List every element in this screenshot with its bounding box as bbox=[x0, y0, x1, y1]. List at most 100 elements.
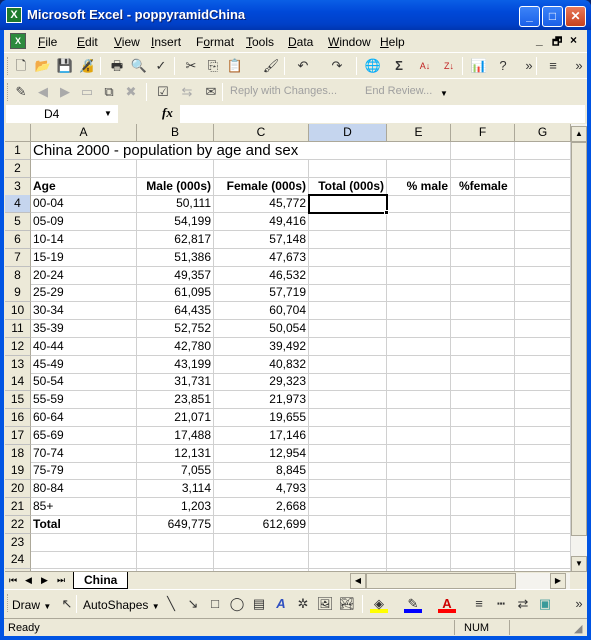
cell-f19[interactable] bbox=[451, 462, 515, 481]
cell-f1[interactable] bbox=[451, 142, 515, 160]
scroll-right-button[interactable]: ▶ bbox=[550, 573, 566, 589]
row-header-13[interactable]: 13 bbox=[5, 355, 31, 374]
picture-icon[interactable]: 🏞 bbox=[338, 595, 356, 613]
header-total[interactable]: Total (000s) bbox=[309, 177, 387, 196]
row-header-2[interactable]: 2 bbox=[5, 159, 31, 178]
align-icon[interactable]: ≡ bbox=[544, 57, 562, 75]
cell-e21[interactable] bbox=[387, 498, 451, 516]
menu-edit[interactable]: Edit bbox=[77, 35, 98, 49]
more-icon-2[interactable]: » bbox=[570, 57, 588, 75]
open-icon[interactable]: 📂 bbox=[34, 57, 52, 75]
cell-g10[interactable] bbox=[515, 302, 571, 321]
age-cell[interactable]: 65-69 bbox=[31, 426, 137, 445]
cell-g19[interactable] bbox=[515, 462, 571, 481]
cell-e6[interactable] bbox=[387, 231, 451, 249]
female-cell[interactable]: 12,954 bbox=[214, 444, 309, 463]
male-cell[interactable]: 42,780 bbox=[137, 337, 214, 356]
cell-g9[interactable] bbox=[515, 284, 571, 303]
row-header-18[interactable]: 18 bbox=[5, 444, 31, 463]
new-comment-icon[interactable]: ✎ bbox=[12, 83, 30, 101]
last-sheet-button[interactable]: ⏭ bbox=[57, 575, 65, 586]
end-review-button[interactable]: End Review... bbox=[365, 85, 432, 97]
cell-f16[interactable] bbox=[451, 409, 515, 427]
row-header-5[interactable]: 5 bbox=[5, 213, 31, 232]
cell-f21[interactable] bbox=[451, 498, 515, 516]
column-header-f[interactable]: F bbox=[451, 124, 515, 142]
row-header-3[interactable]: 3 bbox=[5, 177, 31, 196]
cell-e19[interactable] bbox=[387, 462, 451, 481]
male-cell[interactable]: 17,488 bbox=[137, 426, 214, 445]
row-header-6[interactable]: 6 bbox=[5, 231, 31, 249]
cell-d22[interactable] bbox=[309, 515, 387, 534]
scroll-down-button[interactable]: ▼ bbox=[571, 556, 587, 572]
cell-f5[interactable] bbox=[451, 213, 515, 232]
female-cell[interactable]: 57,148 bbox=[214, 231, 309, 249]
cell-f24[interactable] bbox=[451, 551, 515, 570]
age-cell[interactable]: 40-44 bbox=[31, 337, 137, 356]
undo-icon[interactable]: ↶ bbox=[294, 57, 312, 75]
vertical-scroll-thumb[interactable] bbox=[571, 142, 587, 536]
spelling-icon[interactable]: ✓ bbox=[152, 57, 170, 75]
cell-f10[interactable] bbox=[451, 302, 515, 321]
cell-e10[interactable] bbox=[387, 302, 451, 321]
line-icon[interactable]: ╲ bbox=[162, 595, 180, 613]
female-cell[interactable]: 2,668 bbox=[214, 498, 309, 516]
insert-function-icon[interactable]: fx bbox=[162, 105, 173, 121]
draw-menu-button[interactable]: Draw ▼ bbox=[12, 598, 51, 612]
3d-icon[interactable]: ▣ bbox=[536, 595, 554, 613]
maximize-button[interactable]: □ bbox=[542, 6, 563, 27]
male-cell[interactable]: 23,851 bbox=[137, 391, 214, 410]
permission-icon[interactable]: 🔏 bbox=[78, 57, 96, 75]
show-comment-icon[interactable]: ▭ bbox=[78, 83, 96, 101]
workbook-minimize-button[interactable]: _ bbox=[536, 33, 543, 47]
cell-e7[interactable] bbox=[387, 248, 451, 267]
cell-a2[interactable] bbox=[31, 159, 137, 178]
cell-g13[interactable] bbox=[515, 355, 571, 374]
cell-g4[interactable] bbox=[515, 195, 571, 214]
male-cell[interactable]: 50,111 bbox=[137, 195, 214, 214]
cell-d14[interactable] bbox=[309, 373, 387, 392]
male-cell[interactable]: 1,203 bbox=[137, 498, 214, 516]
cell-g11[interactable] bbox=[515, 320, 571, 338]
cell-d19[interactable] bbox=[309, 462, 387, 481]
age-cell[interactable]: 25-29 bbox=[31, 284, 137, 303]
name-box-dropdown-icon[interactable]: ▼ bbox=[104, 109, 112, 118]
cell-f17[interactable] bbox=[451, 426, 515, 445]
female-cell[interactable]: 47,673 bbox=[214, 248, 309, 267]
cell-g18[interactable] bbox=[515, 444, 571, 463]
row-header-16[interactable]: 16 bbox=[5, 409, 31, 427]
autosum-icon[interactable]: Σ bbox=[390, 57, 408, 75]
row-header-7[interactable]: 7 bbox=[5, 248, 31, 267]
more-icon[interactable]: » bbox=[570, 595, 588, 613]
menu-window[interactable]: Window bbox=[328, 35, 371, 49]
cell-b23[interactable] bbox=[137, 533, 214, 552]
header-male[interactable]: Male (000s) bbox=[137, 177, 214, 196]
format-painter-icon[interactable]: 🖌 bbox=[262, 57, 280, 75]
cell-c2[interactable] bbox=[214, 159, 309, 178]
menu-insert[interactable]: Insert bbox=[151, 35, 181, 49]
cell-f12[interactable] bbox=[451, 337, 515, 356]
header-age[interactable]: Age bbox=[31, 177, 137, 196]
workbook-icon[interactable]: X bbox=[10, 33, 26, 49]
formula-input[interactable] bbox=[180, 105, 585, 123]
cell-f13[interactable] bbox=[451, 355, 515, 374]
cell-f11[interactable] bbox=[451, 320, 515, 338]
age-cell[interactable]: 45-49 bbox=[31, 355, 137, 374]
next-sheet-button[interactable]: ▶ bbox=[41, 575, 48, 586]
paste-icon[interactable]: 📋 bbox=[226, 57, 244, 75]
cell-a23[interactable] bbox=[31, 533, 137, 552]
name-box[interactable]: D4 bbox=[6, 105, 118, 123]
menu-file[interactable]: File bbox=[38, 35, 57, 49]
age-cell[interactable]: 15-19 bbox=[31, 248, 137, 267]
copy-icon[interactable]: ⎘ bbox=[204, 57, 222, 75]
cell-a24[interactable] bbox=[31, 551, 137, 570]
menu-format[interactable]: Format bbox=[196, 35, 234, 49]
next-comment-icon[interactable]: ▶ bbox=[56, 83, 74, 101]
worksheet-grid[interactable]: ABCDEFG 1 2 3 4 5 6 7 8 9 10 11 12 13 14 15 16 17 18 19 20 2… bbox=[5, 124, 587, 574]
cell-g14[interactable] bbox=[515, 373, 571, 392]
age-cell[interactable]: 30-34 bbox=[31, 302, 137, 321]
column-header-e[interactable]: E bbox=[387, 124, 451, 142]
print-icon[interactable]: 🖶 bbox=[108, 57, 126, 75]
column-header-c[interactable]: C bbox=[214, 124, 309, 142]
cell-f23[interactable] bbox=[451, 533, 515, 552]
